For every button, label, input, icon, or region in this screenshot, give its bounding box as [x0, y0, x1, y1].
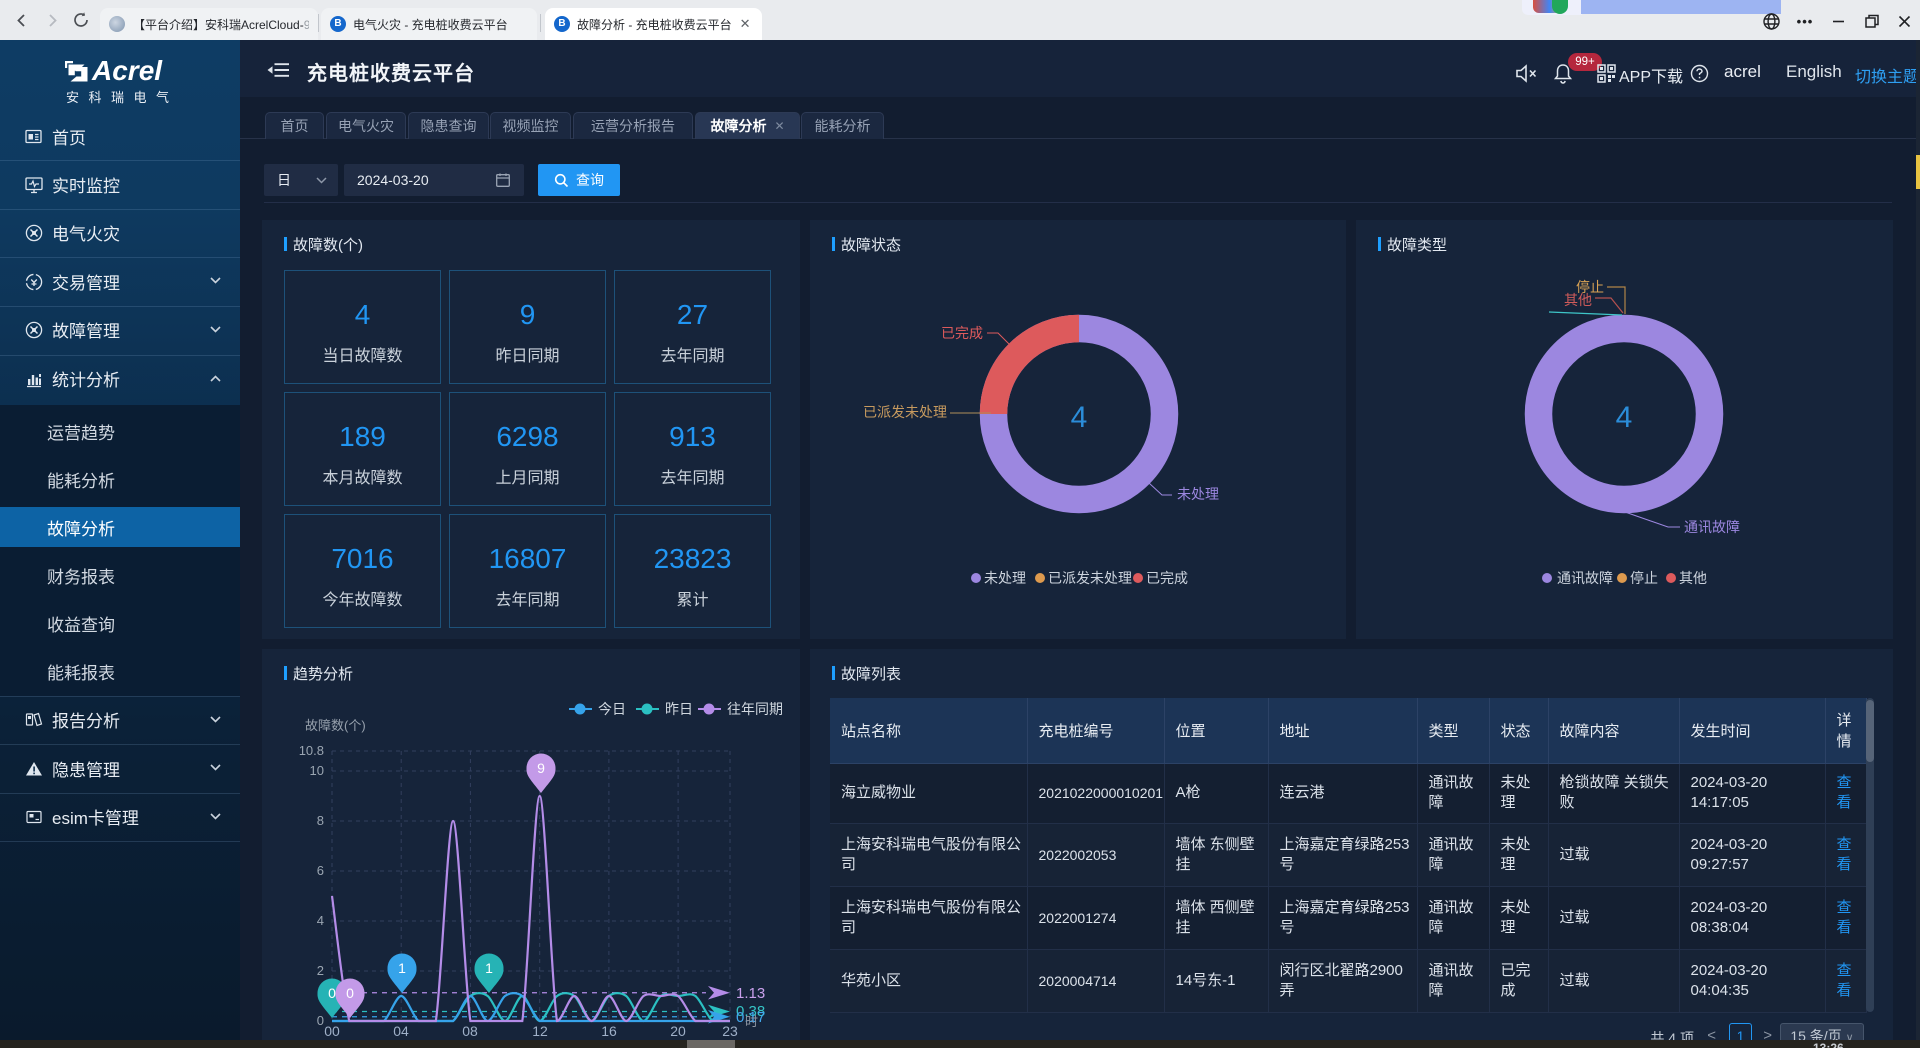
svg-text:停止: 停止 [1630, 570, 1658, 586]
svg-text:4: 4 [317, 913, 324, 928]
svg-text:未处理: 未处理 [1177, 486, 1219, 502]
svg-text:2: 2 [317, 963, 324, 978]
svg-text:已派发未处理: 已派发未处理 [863, 404, 947, 420]
svg-text:今日: 今日 [598, 701, 626, 717]
svg-text:其他: 其他 [1564, 292, 1592, 308]
svg-text:8: 8 [317, 813, 324, 828]
svg-text:1: 1 [398, 960, 406, 976]
svg-text:12: 12 [532, 1023, 548, 1039]
svg-text:4: 4 [1616, 401, 1633, 434]
svg-text:9: 9 [537, 760, 545, 776]
svg-text:昨日: 昨日 [665, 701, 693, 717]
svg-text:通讯故障: 通讯故障 [1684, 519, 1740, 535]
svg-text:已完成: 已完成 [1146, 570, 1188, 586]
svg-text:04: 04 [393, 1023, 409, 1039]
svg-text:0: 0 [328, 985, 336, 1001]
svg-text:时: 时 [745, 1014, 758, 1029]
svg-text:10.8: 10.8 [299, 743, 324, 758]
svg-text:已完成: 已完成 [941, 325, 983, 341]
svg-text:未处理: 未处理 [984, 570, 1026, 586]
svg-text:1: 1 [485, 960, 493, 976]
svg-text:6: 6 [317, 863, 324, 878]
svg-text:0: 0 [346, 985, 354, 1001]
svg-text:08: 08 [462, 1023, 478, 1039]
svg-text:4: 4 [1071, 401, 1088, 434]
svg-text:通讯故障: 通讯故障 [1557, 570, 1613, 586]
svg-text:00: 00 [324, 1023, 340, 1039]
svg-text:1.13: 1.13 [736, 985, 765, 1002]
svg-text:故障数(个): 故障数(个) [305, 718, 366, 733]
svg-text:16: 16 [601, 1023, 617, 1039]
svg-text:往年同期: 往年同期 [727, 701, 783, 717]
svg-text:已派发未处理: 已派发未处理 [1048, 570, 1132, 586]
svg-text:0: 0 [317, 1013, 324, 1028]
svg-text:10: 10 [310, 763, 324, 778]
svg-text:20: 20 [670, 1023, 686, 1039]
svg-text:其他: 其他 [1679, 570, 1707, 586]
